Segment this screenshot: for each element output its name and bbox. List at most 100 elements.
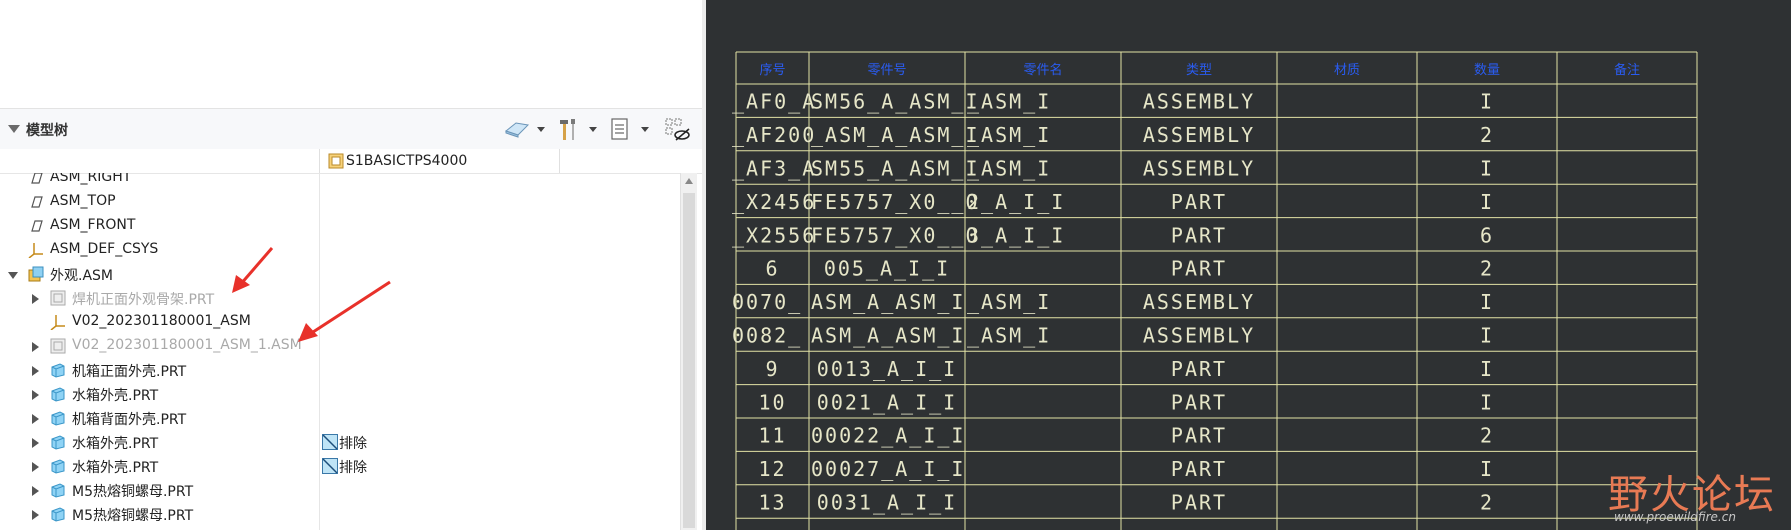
bom-cell: 2	[1480, 257, 1494, 281]
bom-cell: I	[1480, 190, 1494, 214]
bom-cell: I	[1480, 157, 1494, 181]
bom-cell: _ASM_I	[967, 123, 1051, 147]
tree-column-header: S1BASICTPS4000	[0, 149, 702, 174]
settings-list-icon[interactable]	[608, 117, 632, 141]
bom-cell: 0021_A_I_I	[817, 390, 957, 414]
bom-cell: ASSEMBLY	[1143, 290, 1255, 314]
bom-cell: ASSEMBLY	[1143, 123, 1255, 147]
tree-row[interactable]: M5热熔铜螺母.PRT	[0, 478, 680, 502]
bom-cell: 6	[1480, 223, 1494, 247]
scroll-up-icon[interactable]	[685, 178, 693, 184]
bom-cell: I	[1480, 324, 1494, 348]
tree-row[interactable]: 机箱背面外壳.PRT	[0, 406, 680, 430]
watermark: 野火论坛 www.proewildfire.cn	[1608, 462, 1788, 528]
expand-icon[interactable]	[32, 510, 39, 520]
part-icon	[50, 434, 66, 450]
expand-icon[interactable]	[32, 342, 39, 352]
bom-cell: 0013_A_I_I	[817, 357, 957, 381]
bom-cell: 2_A_I_I	[967, 190, 1065, 214]
bom-cell: ASM_A_ASM_I	[811, 324, 965, 348]
bom-cell: SM55_A_ASM_I	[811, 157, 980, 181]
bom-cell: PART	[1171, 257, 1227, 281]
tree-row-label: M5热熔铜螺母.PRT	[72, 484, 194, 500]
bom-header-cell: 备注	[1614, 62, 1640, 78]
expand-icon[interactable]	[32, 294, 39, 304]
bom-cell: 12	[758, 457, 786, 481]
exclude-status-label: 排除	[339, 436, 367, 452]
tree-row[interactable]: 水箱外壳.PRT 排除	[0, 454, 680, 478]
display-style-icon[interactable]	[502, 117, 530, 141]
tree-row-label: V02_202301180001_ASM	[72, 313, 251, 329]
bom-cell: PART	[1171, 190, 1227, 214]
model-tree: ASM_RIGHT ASM_TOP ASM_FRONT ASM_DEF_CSYS 外观.…	[0, 173, 680, 530]
bom-cell: PART	[1171, 457, 1227, 481]
bom-cell: _ASM_I	[967, 324, 1051, 348]
bom-header-cell: 数量	[1474, 63, 1500, 78]
bom-cell: _AF200	[732, 123, 816, 147]
bom-cell: FE5757_X0__0	[811, 190, 980, 214]
tree-row[interactable]: 机箱正面外壳.PRT	[0, 358, 680, 382]
bom-header-cell: 材质	[1334, 63, 1360, 78]
bom-cell: _ASM_A_ASM_I	[811, 123, 980, 147]
filter-hidden-icon[interactable]	[664, 117, 692, 141]
tree-row-label: 焊机正面外观骨架.PRT	[72, 292, 215, 308]
tools-icon[interactable]	[556, 117, 582, 141]
expand-icon[interactable]	[32, 390, 39, 400]
tree-row[interactable]: 水箱外壳.PRT 排除	[0, 430, 680, 454]
tree-row[interactable]: ASM_FRONT	[0, 214, 680, 238]
bom-cell: 005_A_I_I	[824, 257, 950, 281]
tree-row-label: 水箱外壳.PRT	[72, 460, 159, 476]
expand-icon[interactable]	[32, 366, 39, 376]
bom-cell: 11	[758, 424, 786, 448]
column-header-label[interactable]: S1BASICTPS4000	[346, 153, 467, 169]
collapse-icon[interactable]	[8, 272, 18, 279]
bom-header-cell: 序号	[759, 63, 785, 78]
bom-cell: I	[1480, 90, 1494, 114]
tree-row[interactable]: ASM_DEF_CSYS	[0, 238, 680, 262]
tree-row[interactable]: M5热熔铜螺母.PRT	[0, 502, 680, 526]
bom-cell: FE5757_X0__0	[811, 223, 980, 247]
bom-cell: PART	[1171, 223, 1227, 247]
bom-cell: _ASM_I	[967, 157, 1051, 181]
tree-row[interactable]: ASM_RIGHT	[0, 173, 680, 190]
bom-cell: ASSEMBLY	[1143, 90, 1255, 114]
expand-icon[interactable]	[32, 462, 39, 472]
bom-cell: I	[1480, 390, 1494, 414]
annotation-arrow-1	[232, 247, 274, 293]
watermark-url: www.proewildfire.cn	[1614, 510, 1736, 524]
coordinate-system-icon	[28, 242, 44, 259]
scrollbar-thumb[interactable]	[683, 193, 695, 528]
tree-row-label: ASM_DEF_CSYS	[50, 241, 159, 257]
expand-icon[interactable]	[32, 438, 39, 448]
bom-table: 序号 零件号 零件名 类型 材质 数量 备注_AF0_ASM56_A_ASM_I_ASM_I…	[732, 51, 1698, 530]
tree-row[interactable]: ASM_TOP	[0, 190, 680, 214]
bom-cell: PART	[1171, 424, 1227, 448]
bom-cell: _AF3_A	[732, 157, 816, 181]
expand-icon[interactable]	[32, 414, 39, 424]
exclude-status-label: 排除	[339, 460, 367, 476]
drawing-canvas[interactable]: 序号 零件号 零件名 类型 材质 数量 备注 _AF0_A SM56_A_ASM_I _ASM_I…	[706, 0, 1791, 530]
bom-cell: ASSEMBLY	[1143, 324, 1255, 348]
tree-row[interactable]: M5热熔铜螺母.PRT	[0, 526, 680, 530]
tree-row-label: 水箱外壳.PRT	[72, 388, 159, 404]
skeleton-part-icon	[50, 338, 66, 354]
bom-cell: _X2556	[732, 223, 816, 247]
tree-row-label: 机箱背面外壳.PRT	[72, 412, 187, 428]
part-icon	[50, 410, 66, 426]
tools-dropdown-icon[interactable]	[589, 127, 597, 132]
bom-cell: I	[1480, 457, 1494, 481]
bom-header-cell: 零件名	[1023, 62, 1062, 78]
bom-cell: 00022_A_I_I	[811, 424, 965, 448]
model-tree-panel: 模型树 S1BASICTPS4000 ASM_RIGHT ASM_TOP ASM…	[0, 0, 702, 530]
tree-row-label: M5热熔铜螺母.PRT	[72, 508, 194, 524]
model-tree-header: 模型树	[0, 108, 702, 150]
bom-cell: 0070_	[732, 290, 802, 314]
settings-dropdown-icon[interactable]	[641, 127, 649, 132]
collapse-icon[interactable]	[8, 125, 20, 133]
tree-row[interactable]: 水箱外壳.PRT	[0, 382, 680, 406]
tree-row-label: ASM_FRONT	[50, 217, 136, 233]
display-style-dropdown-icon[interactable]	[537, 127, 545, 132]
expand-icon[interactable]	[32, 486, 39, 496]
tree-row-label: 外观.ASM	[50, 268, 113, 284]
tree-scrollbar[interactable]	[680, 173, 697, 530]
